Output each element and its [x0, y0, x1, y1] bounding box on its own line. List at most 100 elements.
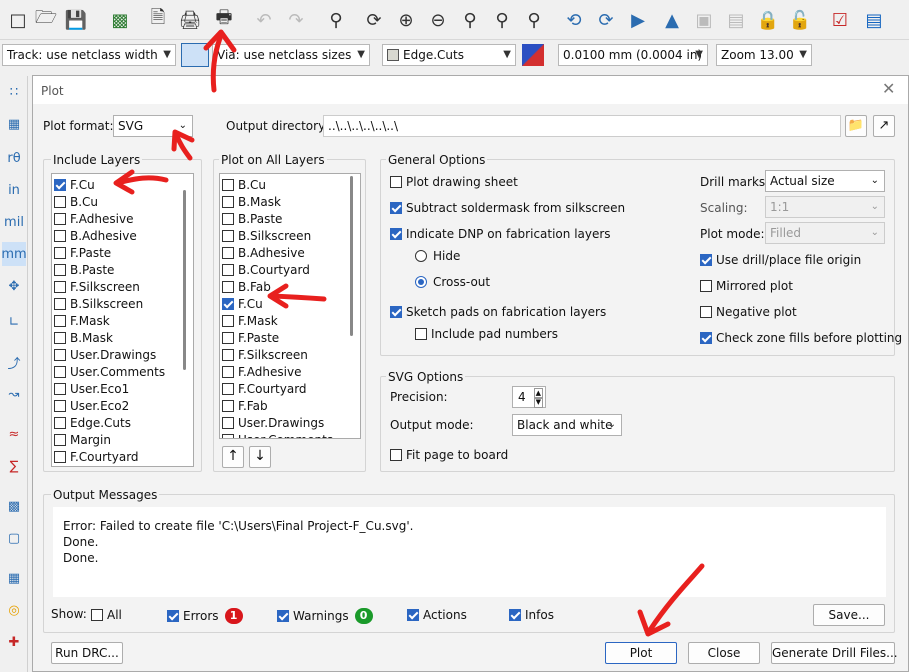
plot-all-layer-item[interactable]: B.Adhesive: [222, 244, 305, 261]
drc-icon[interactable]: ☑: [828, 8, 852, 32]
fit-page-checkbox[interactable]: Fit page to board: [390, 448, 508, 462]
include-layers-list[interactable]: F.Cu B.Cu F.Adhesive B.Adhesive F.Paste B.Pas…: [51, 173, 194, 467]
generate-drill-files-button[interactable]: Generate Drill Files...: [771, 642, 898, 664]
net-inspector-icon[interactable]: ✚: [2, 630, 26, 654]
plot-all-layer-item[interactable]: F.Paste: [222, 329, 279, 346]
include-layers-scrollbar[interactable]: [183, 190, 186, 370]
open-icon[interactable]: 🗁: [34, 7, 58, 32]
curved-ratsnest-icon[interactable]: ↝: [2, 382, 26, 406]
filter-errors-checkbox[interactable]: Errors 1: [167, 608, 243, 624]
include-layer-item[interactable]: B.Adhesive: [54, 227, 137, 244]
include-layer-item[interactable]: Edge.Cuts: [54, 414, 131, 431]
include-layer-item[interactable]: User.Eco1: [54, 380, 129, 397]
track-width-select[interactable]: Track: use netclass width ▼: [2, 44, 176, 66]
include-layer-item[interactable]: B.Paste: [54, 261, 114, 278]
layer-pair-icon[interactable]: [522, 44, 544, 66]
include-layer-item[interactable]: F.Mask: [54, 312, 110, 329]
plot-all-layers-list[interactable]: B.Cu B.Mask B.Paste B.Silkscreen B.Adhesive B…: [219, 173, 361, 439]
page-settings-icon[interactable]: 🗎: [146, 7, 170, 32]
plot-all-layer-item[interactable]: B.Paste: [222, 210, 282, 227]
plot-drawing-sheet-checkbox[interactable]: Plot drawing sheet: [390, 175, 518, 189]
new-board-icon[interactable]: □: [6, 8, 30, 32]
graph-icon[interactable]: ∟: [2, 310, 26, 334]
polar-coords-icon[interactable]: rθ: [2, 146, 26, 170]
include-layer-item[interactable]: F.Cu: [54, 176, 95, 193]
open-external-icon[interactable]: ↗: [873, 115, 895, 137]
include-layer-item[interactable]: User.Drawings: [54, 346, 156, 363]
rotate-ccw-icon[interactable]: ⟲: [562, 8, 586, 32]
via-size-select[interactable]: Via: use netclass sizes ▼: [212, 44, 370, 66]
zoom-out-icon[interactable]: ⊖: [426, 8, 450, 32]
lock-icon[interactable]: 🔒: [756, 8, 780, 32]
grid-overlay-icon[interactable]: ▦: [2, 112, 26, 136]
include-layer-item[interactable]: B.Cu: [54, 193, 98, 210]
plot-all-layer-item[interactable]: F.Adhesive: [222, 363, 301, 380]
folder-icon[interactable]: 📁: [845, 115, 867, 137]
plot-format-select[interactable]: SVG ⌄: [113, 115, 193, 137]
include-layer-item[interactable]: User.Eco2: [54, 397, 129, 414]
layer-select[interactable]: Edge.Cuts ▼: [382, 44, 516, 66]
plot-all-layer-item[interactable]: F.Fab: [222, 397, 268, 414]
output-mode-select[interactable]: Black and white ⌄: [512, 414, 622, 436]
check-zone-fills-checkbox[interactable]: Check zone fills before plotting: [700, 331, 902, 345]
save-icon[interactable]: 💾: [64, 8, 88, 32]
negative-plot-checkbox[interactable]: Negative plot: [700, 305, 797, 319]
save-messages-button[interactable]: Save...: [813, 604, 885, 626]
zoom-selection-icon[interactable]: ⚲: [522, 8, 546, 32]
dnp-crossout-radio[interactable]: Cross-out: [415, 275, 490, 289]
plot-all-layer-item[interactable]: F.Cu: [222, 295, 263, 312]
subtract-soldermask-checkbox[interactable]: Subtract soldermask from silkscreen: [390, 201, 625, 215]
move-up-arrow-icon[interactable]: ↑: [222, 446, 244, 468]
plot-button[interactable]: Plot: [605, 642, 677, 664]
filter-all-checkbox[interactable]: All: [91, 608, 122, 622]
redo-icon[interactable]: ↷: [284, 8, 308, 32]
board-setup-icon[interactable]: ▩: [108, 8, 132, 32]
plot-all-layer-item[interactable]: User.Drawings: [222, 414, 324, 431]
precision-spinner[interactable]: 4 ▲ ▼: [512, 386, 546, 408]
plot-all-layer-item[interactable]: F.Mask: [222, 312, 278, 329]
plot-all-layer-item[interactable]: B.Mask: [222, 193, 281, 210]
grid-select[interactable]: 0.0100 mm (0.0004 in) ▼: [558, 44, 708, 66]
high-contrast-icon[interactable]: ▦: [2, 566, 26, 590]
include-layer-item[interactable]: F.Courtyard: [54, 448, 139, 465]
plot-all-layer-item[interactable]: B.Cu: [222, 176, 266, 193]
units-mil-icon[interactable]: mil: [2, 210, 26, 234]
plot-all-layer-item[interactable]: User.Comments: [222, 431, 333, 438]
ratsnest-icon[interactable]: ⤴: [2, 350, 26, 374]
redraw-icon[interactable]: ⟳: [362, 8, 386, 32]
move-down-arrow-icon[interactable]: ↓: [249, 446, 271, 468]
include-layer-item[interactable]: F.Adhesive: [54, 210, 133, 227]
output-messages-box[interactable]: Error: Failed to create file 'C:\Users\F…: [53, 507, 886, 597]
grid-dots-icon[interactable]: ∷: [2, 80, 26, 104]
plot-all-layer-item[interactable]: B.Silkscreen: [222, 227, 311, 244]
plot-all-layer-item[interactable]: F.Silkscreen: [222, 346, 308, 363]
plot-all-layers-scrollbar[interactable]: [350, 176, 353, 336]
scripting-icon[interactable]: ▤: [862, 8, 886, 32]
units-inch-icon[interactable]: in: [2, 178, 26, 202]
flip-icon[interactable]: ▶: [626, 8, 650, 32]
output-directory-input[interactable]: ..\..\..\..\..\..\: [323, 115, 841, 137]
cursor-icon[interactable]: ✥: [2, 274, 26, 298]
print-icon[interactable]: 🖨: [178, 8, 202, 32]
plot-mode-select[interactable]: Filled ⌄: [765, 222, 885, 244]
via-display-icon[interactable]: ∑: [2, 454, 26, 478]
scaling-select[interactable]: 1:1 ⌄: [765, 196, 885, 218]
plot-all-layer-item[interactable]: B.Fab: [222, 278, 271, 295]
filter-infos-checkbox[interactable]: Infos: [509, 608, 554, 622]
zoom-fit-icon[interactable]: ⚲: [458, 8, 482, 32]
plot-all-layer-item[interactable]: F.Courtyard: [222, 380, 307, 397]
include-layer-item[interactable]: Margin: [54, 431, 111, 448]
filter-actions-checkbox[interactable]: Actions: [407, 608, 467, 622]
drill-origin-checkbox[interactable]: Use drill/place file origin: [700, 253, 861, 267]
plot-all-layer-item[interactable]: B.Courtyard: [222, 261, 310, 278]
undo-icon[interactable]: ↶: [252, 8, 276, 32]
rotate-cw-icon[interactable]: ⟳: [594, 8, 618, 32]
run-drc-button[interactable]: Run DRC...: [51, 642, 123, 664]
filter-warnings-checkbox[interactable]: Warnings 0: [277, 608, 373, 624]
zoom-objects-icon[interactable]: ⚲: [490, 8, 514, 32]
zoom-in-icon[interactable]: ⊕: [394, 8, 418, 32]
indicate-dnp-checkbox[interactable]: Indicate DNP on fabrication layers: [390, 227, 611, 241]
spin-down-icon[interactable]: ▼: [533, 397, 543, 408]
drill-marks-select[interactable]: Actual size ⌄: [765, 170, 885, 192]
include-layer-item[interactable]: B.Silkscreen: [54, 295, 143, 312]
